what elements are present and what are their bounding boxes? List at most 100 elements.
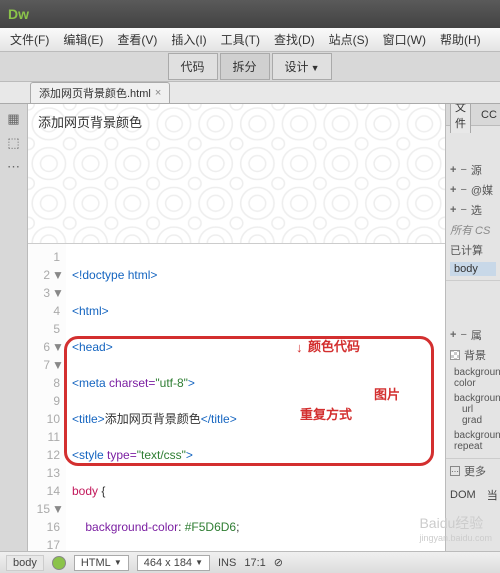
sb-breadcrumb[interactable]: body — [6, 555, 44, 571]
plus-icon[interactable]: + — [450, 184, 456, 196]
code-l8a: background-color — [85, 520, 178, 534]
plus-icon[interactable]: + — [450, 204, 456, 216]
rp-computed-label: 已计算 — [450, 242, 483, 258]
titlebar: Dw — [0, 0, 500, 28]
view-tab-design-label: 设计 — [285, 60, 309, 74]
code-l7a: body — [72, 484, 101, 498]
sb-ins-mode[interactable]: INS — [218, 557, 236, 569]
more-box-icon: ⋯ — [450, 466, 460, 476]
code-l8c: #F5D6D6 — [185, 520, 236, 534]
rp-props-heading: 属 — [471, 327, 482, 343]
rp-more[interactable]: ⋯ 更多 — [446, 459, 500, 483]
menu-file[interactable]: 文件(F) — [4, 29, 55, 50]
menu-edit[interactable]: 编辑(E) — [57, 29, 109, 50]
code-l5c: </title> — [201, 412, 237, 426]
app-window: Dw 文件(F) 编辑(E) 查看(V) 插入(I) 工具(T) 查找(D) 站… — [0, 0, 500, 573]
document-tabs: 添加网页背景颜色.html × — [0, 82, 500, 104]
sb-encoding-icon[interactable]: ⊘ — [274, 556, 283, 569]
code-editor[interactable]: 1 2▼3▼ 4 5 6▼ 7▼8 9 10 11 12 13 14 15▼ 1… — [28, 244, 445, 551]
rp-tab-cc[interactable]: CC — [477, 107, 500, 123]
rp-dom-label[interactable]: DOM — [450, 489, 476, 501]
menu-find[interactable]: 查找(D) — [268, 29, 321, 50]
view-tab-split[interactable]: 拆分 — [220, 53, 270, 80]
view-tab-code[interactable]: 代码 — [168, 53, 218, 80]
code-l8d: ; — [236, 520, 239, 534]
code-l4c: "utf-8" — [155, 376, 188, 390]
chevron-down-icon: ▼ — [311, 63, 320, 73]
menubar: 文件(F) 编辑(E) 查看(V) 插入(I) 工具(T) 查找(D) 站点(S… — [0, 28, 500, 52]
chevron-down-icon: ▼ — [114, 558, 122, 567]
right-panel-tabs: 文件 CC — [446, 104, 500, 126]
rp-breadcrumb[interactable]: body — [450, 262, 496, 276]
rp-bgrepeat-label: background-repeat — [454, 430, 492, 452]
code-l4d: > — [188, 376, 195, 390]
plus-icon[interactable]: + — [450, 329, 456, 341]
rp-allcss-label: 所有 CS — [450, 222, 490, 238]
view-mode-tabs: 代码 拆分 设计▼ — [0, 52, 500, 82]
rp-bgcolor-label: background-color — [454, 367, 492, 389]
swatch-icon[interactable] — [450, 350, 460, 360]
minus-icon[interactable]: − — [460, 329, 466, 341]
code-l1: <!doctype html> — [72, 268, 157, 282]
main-area: ▦ ⬚ ⋯ — [0, 104, 500, 551]
document-tab-label: 添加网页背景颜色.html — [39, 85, 151, 101]
rp-source-label: 源 — [471, 162, 482, 178]
code-l8b: : — [178, 520, 185, 534]
view-tab-split-label: 拆分 — [233, 60, 257, 74]
app-logo: Dw — [8, 6, 29, 22]
rp-url-label: url — [462, 404, 492, 415]
code-l3: <head> — [72, 340, 113, 354]
rp-grad-label: grad — [462, 415, 492, 426]
code-l6c: "text/css" — [137, 448, 186, 462]
rp-at-label: @媒 — [471, 182, 493, 198]
sb-lang-label: HTML — [81, 557, 111, 569]
sb-dimensions[interactable]: 464 x 184▼ — [137, 555, 210, 571]
sb-dims-label: 464 x 184 — [144, 557, 192, 569]
right-panel: 文件 CC +−源 +−@媒 +−选 所有 CS 已计算 body +−属 背景… — [445, 104, 500, 551]
view-tab-design[interactable]: 设计▼ — [272, 53, 333, 80]
menu-tools[interactable]: 工具(T) — [215, 29, 266, 50]
code-l4b: charset= — [109, 376, 155, 390]
menu-insert[interactable]: 插入(I) — [165, 29, 212, 50]
code-l5b: 添加网页背景颜色 — [105, 412, 201, 426]
minus-icon[interactable]: − — [460, 184, 466, 196]
menu-window[interactable]: 窗口(W) — [377, 29, 432, 50]
sb-lang-select[interactable]: HTML▼ — [74, 555, 129, 571]
live-preview[interactable]: 添加网页背景颜色 — [28, 104, 445, 244]
plus-icon[interactable]: + — [450, 164, 456, 176]
rp-sources: +−源 +−@媒 +−选 所有 CS 已计算 body — [446, 156, 500, 281]
left-toolbar: ▦ ⬚ ⋯ — [0, 104, 28, 551]
sb-status-indicator[interactable] — [52, 556, 66, 570]
line-gutter: 1 2▼3▼ 4 5 6▼ 7▼8 9 10 11 12 13 14 15▼ 1… — [28, 244, 66, 551]
minus-icon[interactable]: − — [460, 164, 466, 176]
rp-current-label[interactable]: 当 — [487, 487, 498, 503]
rp-more-label: 更多 — [464, 463, 486, 479]
manage-icon[interactable]: ⬚ — [6, 136, 22, 150]
code-l7b: { — [101, 484, 105, 498]
view-tab-code-label: 代码 — [181, 60, 205, 74]
chevron-down-icon: ▼ — [195, 558, 203, 567]
code-l4a: <meta — [72, 376, 109, 390]
code-l5a: <title> — [72, 412, 105, 426]
menu-site[interactable]: 站点(S) — [323, 29, 375, 50]
rp-properties: +−属 背景 background-color background- url … — [446, 321, 500, 459]
menu-help[interactable]: 帮助(H) — [434, 29, 487, 50]
code-content[interactable]: <!doctype html> <html> <head> <meta char… — [66, 244, 445, 551]
menu-view[interactable]: 查看(V) — [111, 29, 163, 50]
code-l2: <html> — [72, 304, 109, 318]
preview-body-text: 添加网页背景颜色 — [38, 112, 142, 131]
document-tab[interactable]: 添加网页背景颜色.html × — [30, 82, 170, 103]
code-l6d: > — [186, 448, 193, 462]
editor-pane: 添加网页背景颜色 1 2▼3▼ 4 5 6▼ 7▼8 9 10 11 12 13… — [28, 104, 445, 551]
more-icon[interactable]: ⋯ — [6, 160, 22, 174]
sb-cursor-pos: 17:1 — [244, 557, 265, 569]
rp-bgimage-label: background- — [454, 393, 492, 404]
minus-icon[interactable]: − — [460, 204, 466, 216]
code-l6b: type= — [107, 448, 137, 462]
rp-bg-heading: 背景 — [464, 347, 486, 363]
close-icon[interactable]: × — [155, 87, 161, 99]
files-icon[interactable]: ▦ — [6, 112, 22, 126]
rp-sel-label: 选 — [471, 202, 482, 218]
statusbar: body HTML▼ 464 x 184▼ INS 17:1 ⊘ — [0, 551, 500, 573]
code-l6a: <style — [72, 448, 107, 462]
